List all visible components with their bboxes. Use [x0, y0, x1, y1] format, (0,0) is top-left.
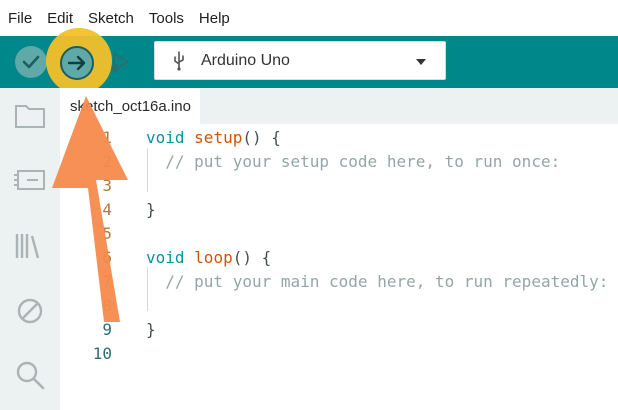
debug-button[interactable] — [103, 46, 135, 78]
menu-tools[interactable]: Tools — [149, 10, 184, 27]
board-name: Arduino Uno — [201, 51, 290, 69]
function-name: setup — [194, 128, 243, 147]
menu-help[interactable]: Help — [199, 10, 230, 27]
code-text: () { — [242, 128, 281, 147]
code-editor[interactable]: 1 2 3 4 5 6 7 8 9 10 void setup() { // p… — [60, 124, 618, 410]
upload-button[interactable] — [60, 46, 94, 80]
board-selector[interactable]: Arduino Uno — [154, 41, 446, 80]
search-icon[interactable] — [13, 358, 47, 392]
code-text: () { — [232, 248, 272, 267]
code-line-4: } — [146, 200, 156, 219]
sidebar — [0, 88, 60, 410]
keyword: void — [146, 128, 185, 147]
library-icon[interactable] — [13, 228, 47, 262]
keyword: void — [146, 248, 185, 267]
line-number: 8 — [102, 296, 112, 315]
tab-sketch-file[interactable]: sketch_oct16a.ino — [60, 88, 200, 124]
line-number: 6 — [102, 248, 112, 267]
debug-sidebar-icon[interactable] — [13, 294, 47, 328]
line-number: 5 — [102, 224, 112, 243]
board-manager-icon[interactable] — [13, 162, 47, 196]
menu-sketch[interactable]: Sketch — [88, 10, 134, 27]
verify-button[interactable] — [15, 46, 47, 78]
line-number: 7 — [102, 272, 112, 291]
menu-edit[interactable]: Edit — [47, 10, 73, 27]
line-number: 9 — [102, 320, 112, 339]
code-line-6: void loop() { — [146, 248, 271, 267]
usb-icon — [174, 50, 184, 71]
line-number: 4 — [102, 200, 112, 219]
toolbar: Arduino Uno — [0, 28, 618, 94]
debug-icon — [111, 53, 129, 72]
line-number: 10 — [92, 344, 112, 363]
code-line-7: // put your main code here, to run repea… — [146, 272, 609, 291]
function-name: loop — [194, 248, 233, 267]
line-number: 3 — [102, 176, 112, 195]
folder-icon[interactable] — [13, 98, 47, 132]
line-number: 2 — [102, 152, 112, 171]
line-number: 1 — [102, 128, 112, 147]
chevron-down-icon — [416, 59, 426, 65]
tab-label: sketch_oct16a.ino — [70, 97, 191, 115]
code-line-9: } — [146, 320, 156, 339]
code-line-1: void setup() { — [146, 128, 281, 147]
menu-file[interactable]: File — [8, 10, 32, 27]
checkmark-icon — [22, 55, 40, 69]
arrow-right-icon — [67, 55, 86, 71]
code-line-2: // put your setup code here, to run once… — [146, 152, 561, 171]
